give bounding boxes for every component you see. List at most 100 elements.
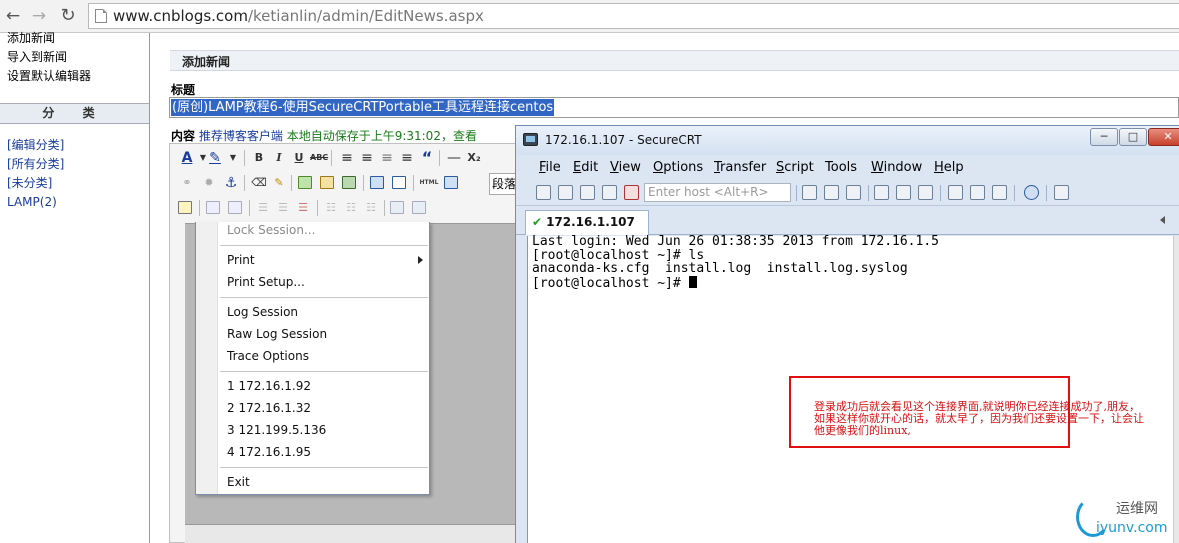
menu-item-recent-1[interactable]: 1 172.16.1.92 [227, 378, 311, 394]
insert-picture-icon[interactable] [320, 176, 334, 189]
menu-item-recent-2[interactable]: 2 172.16.1.32 [227, 400, 311, 416]
insert-image-icon[interactable] [298, 176, 312, 189]
menu-item-recent-3[interactable]: 3 121.199.5.136 [227, 422, 326, 438]
bold-icon[interactable]: B [250, 149, 268, 167]
terminal-cursor [688, 275, 697, 288]
close-icon[interactable]: ✕ [1148, 128, 1179, 146]
copy-icon[interactable] [802, 185, 817, 200]
paste-icon[interactable] [824, 185, 839, 200]
menu-window[interactable]: Window [871, 160, 922, 176]
delete-row-icon[interactable]: ☰ [274, 199, 292, 217]
category-link-edit[interactable]: [编辑分类] [7, 137, 64, 153]
highlight-color-icon[interactable]: ✎ [206, 149, 224, 167]
numbered-list-icon[interactable]: ≡ [358, 149, 376, 167]
subscript-icon[interactable]: X₂ [465, 149, 483, 167]
find-icon[interactable] [846, 185, 861, 200]
host-input[interactable]: Enter host <Alt+R> [644, 183, 791, 202]
reload-icon[interactable]: ↻ [57, 5, 79, 27]
window-titlebar[interactable]: 172.16.1.107 - SecureCRT ─ □ ✕ [516, 126, 1179, 155]
print-selection-icon[interactable] [896, 185, 911, 200]
connect-icon[interactable] [536, 185, 551, 200]
link-icon[interactable]: ⚭ [178, 174, 196, 192]
category-link-uncategorized[interactable]: [未分类] [7, 175, 52, 191]
table-icon[interactable] [206, 201, 220, 214]
content-label: 内容 [171, 129, 196, 143]
sidebar-link-import-news[interactable]: 导入到新闻 [7, 49, 67, 65]
print-setup-icon[interactable] [918, 185, 933, 200]
menu-item-trace-options[interactable]: Trace Options [227, 348, 309, 364]
menu-item-raw-log-session[interactable]: Raw Log Session [227, 326, 327, 342]
url-text[interactable]: www.cnblogs.com/ketianlin/admin/EditNews… [113, 7, 484, 25]
insert-media-icon[interactable] [342, 176, 356, 189]
help-icon[interactable] [1024, 185, 1039, 200]
italic-icon[interactable]: I [270, 149, 288, 167]
strikethrough-icon[interactable]: ABC [310, 149, 328, 167]
menu-item-lock-session[interactable]: Lock Session... [227, 222, 315, 238]
menu-item-print[interactable]: Print [227, 252, 255, 268]
forward-arrow-icon[interactable]: → [28, 5, 50, 27]
global-options-icon[interactable] [970, 185, 985, 200]
maximize-icon[interactable]: □ [1119, 128, 1147, 146]
menu-view[interactable]: View [610, 160, 641, 176]
eraser-icon[interactable]: ⌫ [250, 174, 268, 192]
crt-toolbar: Enter host <Alt+R> [516, 179, 1179, 206]
insert-col-icon[interactable]: ☷ [322, 199, 340, 217]
anchor-icon[interactable]: ⚓ [222, 174, 240, 192]
menu-tools[interactable]: Tools [825, 160, 857, 176]
merge-cell-icon[interactable] [390, 201, 404, 214]
menu-help[interactable]: Help [934, 160, 964, 176]
dropdown-arrow-icon[interactable]: ▼ [224, 149, 242, 167]
keymap-icon[interactable] [992, 185, 1007, 200]
disconnect-icon[interactable] [624, 185, 639, 200]
underline-icon[interactable]: U [290, 149, 308, 167]
connect-tab-icon[interactable] [580, 185, 595, 200]
category-link-lamp[interactable]: LAMP(2) [7, 194, 57, 210]
horizontal-rule-icon[interactable]: — [445, 149, 463, 167]
blockquote-icon[interactable]: “ [418, 149, 436, 167]
bullet-list-icon[interactable]: ≡ [338, 149, 356, 167]
sidebar-link-add-news[interactable]: 添加新闻 [7, 30, 55, 46]
paragraph-style-dropdown[interactable]: 段落 [489, 173, 517, 195]
autosave-status[interactable]: 本地自动保存于上午9:31:02，查看 [287, 129, 477, 143]
reconnect-icon[interactable] [602, 185, 617, 200]
insert-code-icon[interactable] [370, 176, 384, 189]
category-link-all[interactable]: [所有分类] [7, 156, 64, 172]
outdent-icon[interactable]: ≡ [378, 149, 396, 167]
blog-client-link[interactable]: 推荐博客客户端 [199, 129, 283, 143]
session-tab[interactable]: ✔ 172.16.1.107 [525, 210, 649, 235]
menu-file[interactable]: File [539, 160, 561, 176]
address-bar[interactable]: www.cnblogs.com/ketianlin/admin/EditNews… [88, 3, 1179, 29]
menu-script[interactable]: Script [776, 160, 814, 176]
menu-edit[interactable]: Edit [573, 160, 598, 176]
editor-toolbar-row-1: A ▼ ✎ ▼ B I U ABC ≡ ≡ ≡ ≡ “ — X₂ [172, 147, 517, 169]
session-options-icon[interactable] [948, 185, 963, 200]
sidebar-link-default-editor[interactable]: 设置默认编辑器 [7, 68, 91, 84]
menubar: File Edit View Options Transfer Script T… [516, 155, 1179, 179]
insert-row-icon[interactable]: ☰ [254, 199, 272, 217]
cleanup-icon[interactable]: ✎ [270, 174, 288, 192]
delete-table-icon[interactable]: ☰ [294, 199, 312, 217]
edit-table-icon[interactable] [178, 201, 192, 214]
menu-item-exit[interactable]: Exit [227, 474, 250, 490]
tab-scroll-left-icon[interactable] [1160, 216, 1165, 224]
menu-item-log-session[interactable]: Log Session [227, 304, 298, 320]
unlink-icon[interactable]: ✹ [200, 174, 218, 192]
print-icon[interactable] [874, 185, 889, 200]
insert-template-icon[interactable] [392, 176, 406, 189]
html-source-icon[interactable]: HTML [418, 174, 440, 192]
sftp-icon[interactable] [1054, 185, 1069, 200]
menu-options[interactable]: Options [653, 160, 703, 176]
menu-item-recent-4[interactable]: 4 172.16.1.95 [227, 444, 311, 460]
cell-props-icon[interactable] [412, 201, 426, 214]
menu-transfer[interactable]: Transfer [714, 160, 766, 176]
back-arrow-icon[interactable]: ← [2, 5, 24, 27]
table-properties-icon[interactable] [228, 201, 242, 214]
quick-connect-icon[interactable] [558, 185, 573, 200]
menu-item-print-setup[interactable]: Print Setup... [227, 274, 305, 290]
fullscreen-icon[interactable] [444, 176, 458, 189]
split-cell-icon[interactable]: ☷ [362, 199, 380, 217]
indent-icon[interactable]: ≡ [398, 149, 416, 167]
title-input[interactable]: (原创)LAMP教程6-使用SecureCRTPortable工具远程连接cen… [169, 97, 1179, 118]
delete-col-icon[interactable]: ☷ [342, 199, 360, 217]
minimize-icon[interactable]: ─ [1090, 128, 1118, 146]
